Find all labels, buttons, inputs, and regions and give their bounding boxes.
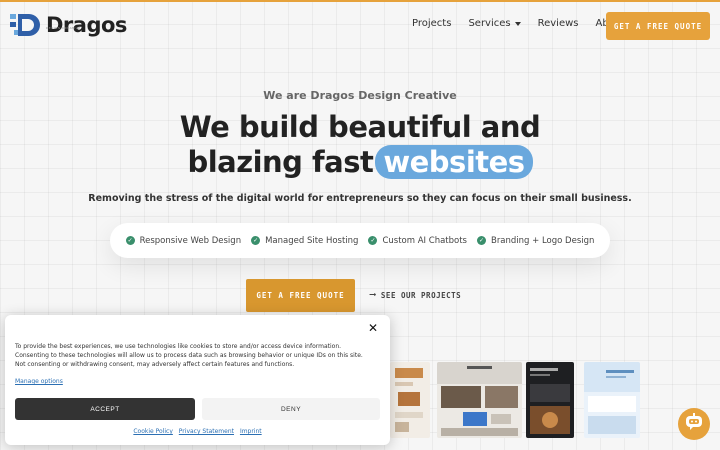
- project-thumbnail[interactable]: [526, 362, 574, 438]
- cookie-message: To provide the best experiences, we use …: [15, 343, 363, 368]
- hero-quote-button[interactable]: GET A FREE QUOTE: [246, 279, 355, 312]
- check-circle-icon: ✓: [251, 236, 261, 245]
- nav-item-label: Projects: [412, 18, 452, 29]
- feature-label: Responsive Web Design: [139, 235, 242, 246]
- project-thumbnail[interactable]: [390, 362, 430, 438]
- feature-item: ✓ Branding + Logo Design: [476, 235, 595, 246]
- check-circle-icon: ✓: [476, 236, 486, 245]
- project-thumbnail[interactable]: [584, 362, 640, 438]
- cookie-links: Cookie Policy Privacy Statement Imprint: [5, 428, 390, 435]
- feature-item: ✓ Responsive Web Design: [125, 235, 242, 246]
- chevron-down-icon: [514, 21, 521, 26]
- hero-headline: We build beautiful and blazing fast websi…: [0, 110, 720, 180]
- headline-line2: blazing fast: [187, 145, 374, 179]
- arrow-right-icon: ⟶: [370, 290, 376, 300]
- hero-eyebrow: We are Dragos Design Creative: [263, 89, 457, 102]
- manage-options-link[interactable]: Manage options: [15, 378, 63, 385]
- feature-pill-bar: ✓ Responsive Web Design ✓ Managed Site Hos…: [110, 223, 610, 258]
- feature-label: Custom AI Chatbots: [382, 235, 467, 246]
- headline-highlight: websites: [375, 145, 533, 179]
- feature-item: ✓ Custom AI Chatbots: [368, 236, 467, 246]
- chatbot-icon: [684, 413, 704, 435]
- logo[interactable]: Dragos: [10, 12, 127, 38]
- feature-label: Managed Site Hosting: [265, 235, 359, 246]
- feature-item: ✓ Managed Site Hosting: [251, 236, 358, 246]
- feature-label: Branding + Logo Design: [490, 235, 595, 246]
- logo-tagline: DESIGN CREATIVE: [46, 26, 81, 30]
- project-thumbnail[interactable]: [437, 362, 522, 438]
- nav-item-projects[interactable]: Projects: [412, 18, 451, 29]
- see-projects-label: SEE OUR PROJECTS: [380, 290, 462, 300]
- nav-item-label: Reviews: [537, 18, 579, 29]
- hero-subtext: Removing the stress of the digital world…: [88, 193, 632, 204]
- cookie-consent-dialog: ✕ To provide the best experiences, we us…: [5, 315, 390, 445]
- header-quote-button[interactable]: GET A FREE QUOTE: [606, 12, 710, 40]
- check-circle-icon: ✓: [368, 236, 378, 245]
- nav-item-label: Services: [468, 18, 511, 29]
- nav-item-reviews[interactable]: Reviews: [538, 18, 579, 29]
- close-icon[interactable]: ✕: [366, 321, 380, 335]
- see-projects-link[interactable]: ⟶ SEE OUR PROJECTS: [370, 290, 461, 300]
- logo-wordmark: Dragos: [46, 12, 127, 37]
- chatbot-launcher[interactable]: [678, 408, 710, 440]
- headline-line1: We build beautiful and: [179, 110, 541, 144]
- deny-button[interactable]: DENY: [202, 398, 380, 420]
- site-header: Dragos DESIGN CREATIVE Projects Services…: [0, 2, 720, 50]
- check-circle-icon: ✓: [125, 236, 135, 245]
- logo-mark-icon: [10, 12, 44, 38]
- accept-button[interactable]: ACCEPT: [15, 398, 195, 420]
- cookie-policy-link[interactable]: Cookie Policy: [133, 428, 173, 435]
- imprint-link[interactable]: Imprint: [240, 428, 262, 435]
- nav-item-services[interactable]: Services: [468, 18, 521, 29]
- privacy-statement-link[interactable]: Privacy Statement: [179, 428, 234, 435]
